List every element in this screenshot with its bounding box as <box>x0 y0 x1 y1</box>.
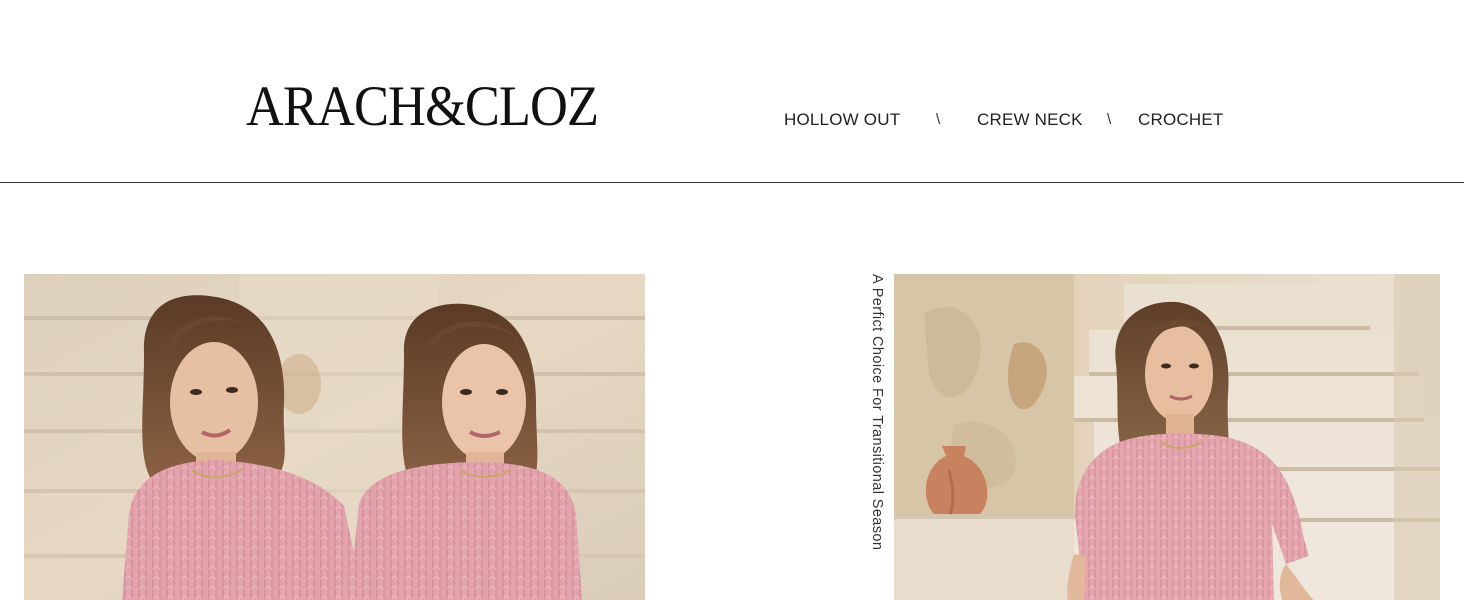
header: ARACH&CLOZ HOLLOW OUT \ CREW NECK \ CROC… <box>0 0 1464 183</box>
nav-item-hollow-out[interactable]: HOLLOW OUT <box>784 108 900 132</box>
header-divider <box>0 182 1464 183</box>
nav-item-crochet[interactable]: CROCHET <box>1138 108 1223 132</box>
nav-separator: \ <box>1107 111 1112 128</box>
nav-separator: \ <box>936 111 941 128</box>
product-photo-two-models <box>24 274 645 600</box>
nav-item-crew-neck[interactable]: CREW NECK <box>977 108 1083 132</box>
tagline-vertical: A Perfict Choice For Transitional Season <box>869 274 885 551</box>
product-photo-single-model <box>894 274 1440 600</box>
category-nav: HOLLOW OUT \ CREW NECK \ CROCHET <box>0 108 1464 132</box>
